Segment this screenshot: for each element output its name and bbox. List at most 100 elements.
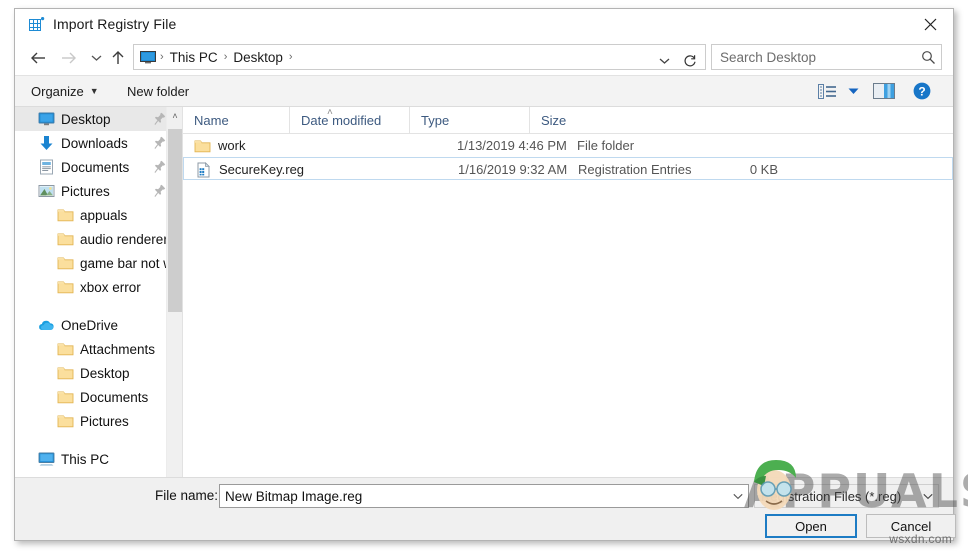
sidebar-item-desktop[interactable]: Desktop xyxy=(15,107,182,131)
scroll-up-arrow-icon[interactable]: ˄ xyxy=(167,107,183,124)
new-folder-button[interactable]: New folder xyxy=(119,76,197,106)
pin-icon[interactable] xyxy=(154,184,166,198)
file-name-field[interactable] xyxy=(219,484,749,508)
view-options-dropdown[interactable] xyxy=(840,76,867,106)
pin-icon[interactable] xyxy=(154,112,166,126)
pin-icon[interactable] xyxy=(154,184,166,198)
table-row[interactable]: SecureKey.reg 1/16/2019 9:32 AM Registrati… xyxy=(183,157,953,180)
file-rows: work 1/13/2019 4:46 PM File folder SecureKe… xyxy=(183,134,953,180)
pin-icon[interactable] xyxy=(154,112,166,126)
folder-icon xyxy=(57,391,74,404)
close-button[interactable] xyxy=(907,9,953,39)
sidebar-item-documents[interactable]: Documents xyxy=(15,155,182,179)
chevron-down-icon: ▼ xyxy=(89,86,99,96)
sidebar-item-appuals[interactable]: appuals xyxy=(15,203,182,227)
breadcrumb-separator: › xyxy=(288,51,293,63)
sidebar-item-xbox-error[interactable]: xbox error xyxy=(15,275,182,299)
sidebar-item-audio-renderer-e[interactable]: audio renderer e xyxy=(15,227,182,251)
scrollbar-thumb[interactable] xyxy=(168,129,182,312)
desktop-monitor-icon xyxy=(38,112,55,126)
up-button[interactable] xyxy=(105,45,131,71)
arrow-left-icon xyxy=(30,52,45,64)
sidebar-item-onedrive[interactable]: OneDrive xyxy=(15,313,182,337)
search-box[interactable] xyxy=(711,44,942,70)
sidebar-item-label: audio renderer e xyxy=(80,231,180,247)
cell-size xyxy=(697,134,777,157)
reg-file-icon xyxy=(195,161,212,178)
pin-icon[interactable] xyxy=(154,160,166,174)
file-type-dropdown[interactable]: Registration Files (*.reg) xyxy=(754,484,939,508)
sidebar-scrollbar[interactable]: ˄ ˅ xyxy=(166,107,183,512)
folder-icon xyxy=(57,231,74,247)
folder-icon xyxy=(57,281,74,294)
this-pc-monitor-icon xyxy=(140,50,156,64)
folder-icon xyxy=(57,343,74,356)
folder-icon xyxy=(57,207,74,223)
breadcrumb-this-pc[interactable]: This PC xyxy=(166,50,222,65)
address-dropdown-button[interactable] xyxy=(653,48,675,74)
table-row[interactable]: work 1/13/2019 4:46 PM File folder xyxy=(183,134,953,157)
sidebar-item-attachments[interactable]: Attachments xyxy=(15,337,182,361)
sidebar-item-desktop[interactable]: Desktop xyxy=(15,361,182,385)
reg-file-icon xyxy=(197,161,210,177)
cancel-button[interactable]: Cancel xyxy=(866,514,956,538)
onedrive-cloud-icon xyxy=(38,317,55,333)
view-list-icon xyxy=(818,83,836,99)
sidebar-item-documents[interactable]: Documents xyxy=(15,385,182,409)
sidebar-item-label: Documents xyxy=(61,159,130,175)
breadcrumb-desktop[interactable]: Desktop xyxy=(229,50,287,65)
pin-icon[interactable] xyxy=(154,160,166,174)
chevron-down-icon[interactable] xyxy=(918,493,938,500)
sidebar-item-pictures[interactable]: Pictures xyxy=(15,179,182,203)
chevron-down-icon xyxy=(848,88,859,94)
this-pc-icon xyxy=(38,452,55,466)
download-arrow-icon xyxy=(38,135,55,151)
refresh-icon xyxy=(684,55,696,67)
sidebar-item-label: OneDrive xyxy=(61,317,119,333)
search-input[interactable] xyxy=(712,48,915,66)
pin-icon[interactable] xyxy=(154,136,166,150)
cell-size: 0 KB xyxy=(749,162,778,177)
folder-icon xyxy=(57,365,74,381)
registry-grid-icon xyxy=(29,17,45,33)
column-header-label: Type xyxy=(421,112,450,128)
folder-icon xyxy=(57,367,74,380)
chevron-down-icon[interactable] xyxy=(728,493,748,500)
sidebar-item-label: Desktop xyxy=(61,111,111,127)
address-bar[interactable]: › This PC › Desktop › xyxy=(133,44,706,70)
sidebar-item-label: Desktop xyxy=(80,365,130,381)
pin-icon[interactable] xyxy=(154,136,166,150)
folder-icon xyxy=(194,140,211,152)
svg-text:?: ? xyxy=(918,84,925,98)
breadcrumb-separator: › xyxy=(223,51,228,63)
column-header-type[interactable]: Type xyxy=(409,107,529,133)
open-button[interactable]: Open xyxy=(765,514,857,538)
sidebar-item-label: Attachments xyxy=(80,341,156,357)
folder-icon xyxy=(57,413,74,429)
folder-icon xyxy=(57,255,74,271)
column-header-label: Name xyxy=(194,112,229,128)
navigation-sidebar[interactable]: Desktop Downloads Documents Pictures appuals… xyxy=(15,107,182,512)
column-header-size[interactable]: Size xyxy=(529,107,610,133)
back-button[interactable] xyxy=(25,45,51,71)
sidebar-item-this-pc[interactable]: This PC xyxy=(15,447,182,471)
column-header-label: Date modified xyxy=(301,112,382,128)
window-title: Import Registry File xyxy=(53,16,177,32)
organize-button[interactable]: Organize ▼ xyxy=(23,76,107,106)
sidebar-item-game-bar-not-wo[interactable]: game bar not wo xyxy=(15,251,182,275)
column-header-date-modified[interactable]: Date modified xyxy=(289,107,409,133)
sidebar-item-label: Downloads xyxy=(61,135,128,151)
preview-pane-button[interactable] xyxy=(865,76,903,106)
file-name-input[interactable] xyxy=(220,487,728,505)
file-name-text: work xyxy=(218,138,246,153)
column-header-name[interactable]: Name ˄ xyxy=(183,107,333,133)
pictures-icon xyxy=(38,185,55,197)
download-arrow-icon xyxy=(40,136,53,150)
sidebar-item-pictures[interactable]: Pictures xyxy=(15,409,182,433)
refresh-button[interactable] xyxy=(678,48,702,74)
search-icon[interactable] xyxy=(915,50,941,65)
column-headers: Name ˄ Date modified Type Size xyxy=(183,107,953,134)
sidebar-item-downloads[interactable]: Downloads xyxy=(15,131,182,155)
cell-date-modified: 1/16/2019 9:32 AM xyxy=(458,162,568,177)
help-button[interactable]: ? xyxy=(905,76,939,106)
